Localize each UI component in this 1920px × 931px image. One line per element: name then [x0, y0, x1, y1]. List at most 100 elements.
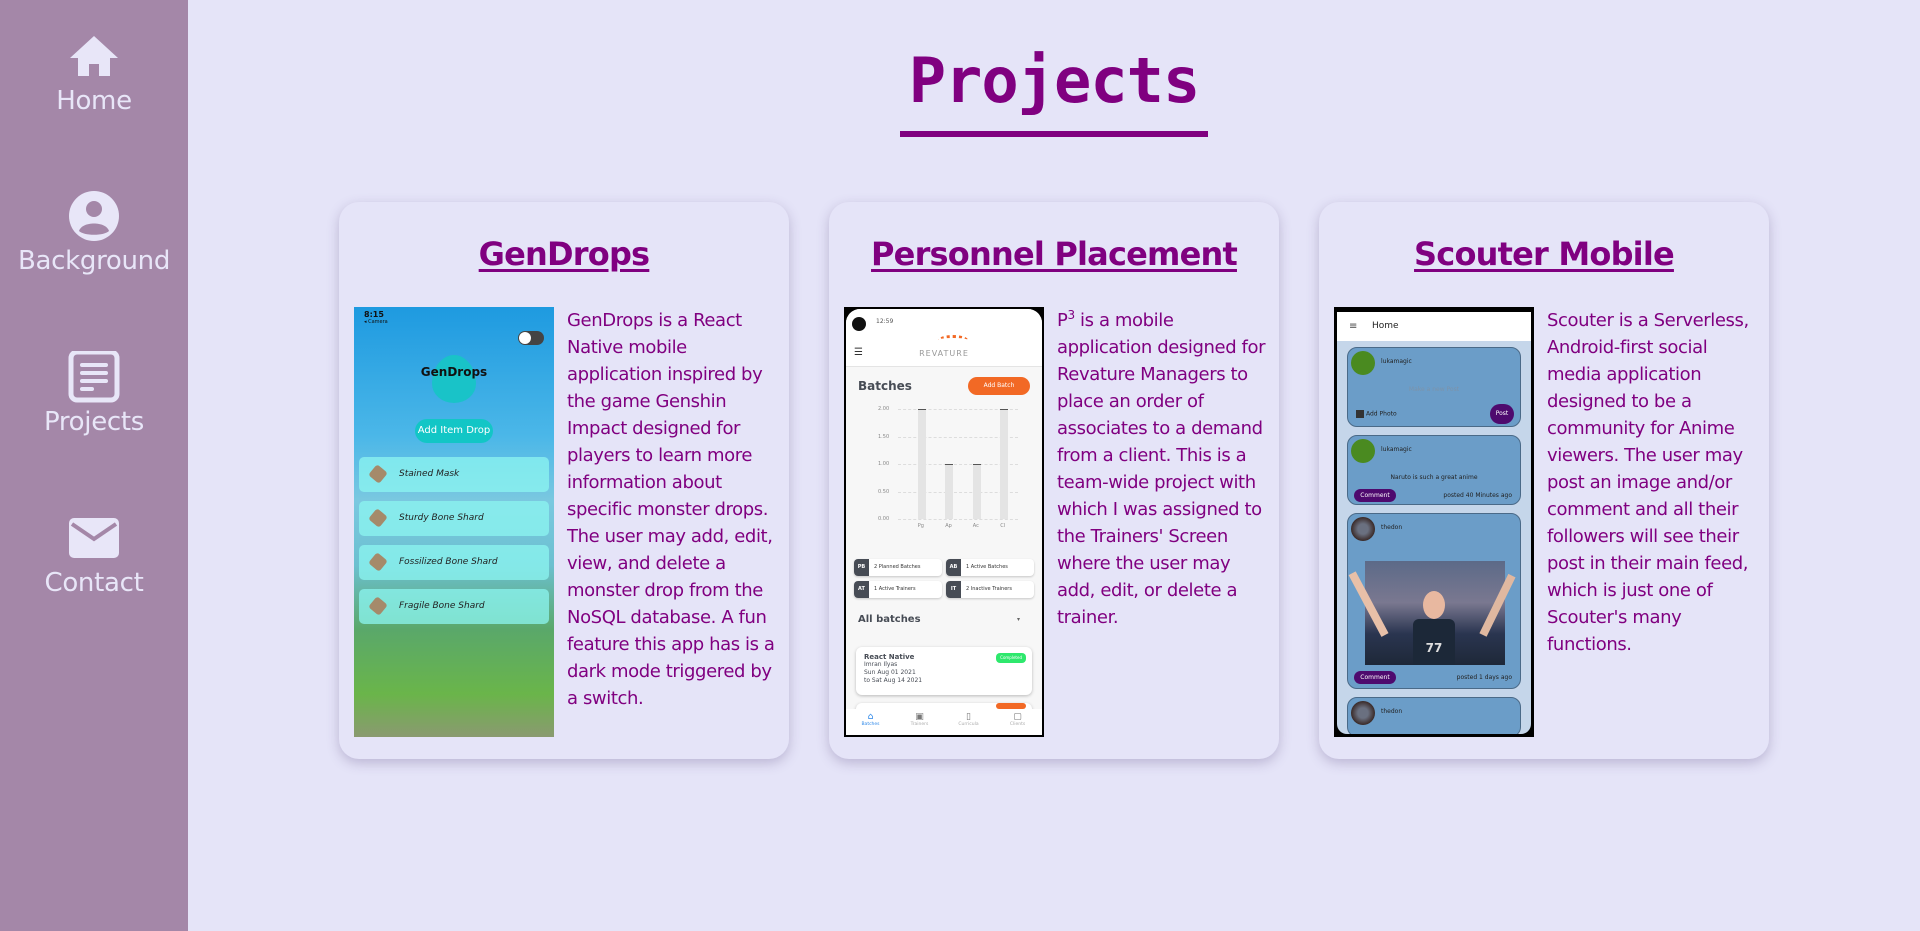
- project-title-link[interactable]: Scouter Mobile: [1319, 235, 1769, 273]
- project-card-gendrops: GenDrops 8:15 ◂ Camera GenDrops Add Item…: [339, 202, 789, 759]
- avatar: [1351, 351, 1375, 375]
- document-icon: [68, 351, 120, 403]
- status-back: ◂ Camera: [364, 319, 388, 325]
- dark-mode-toggle: [518, 331, 544, 345]
- image-detail: 77: [1413, 619, 1455, 665]
- chart-x-tick: Pg: [917, 523, 924, 529]
- chart-bar: [945, 464, 954, 519]
- batch-end: to Sat Aug 14 2021: [864, 677, 923, 684]
- list-item: Sturdy Bone Shard: [359, 501, 549, 536]
- tab-trainers: ▣ Trainers: [895, 709, 944, 735]
- list-item: Fossilized Bone Shard: [359, 545, 549, 580]
- photo-icon: [1356, 410, 1364, 418]
- stat-label: 1 Active Trainers: [874, 586, 916, 592]
- app-logo-text: GenDrops: [420, 365, 488, 379]
- add-photo-text: Add Photo: [1366, 410, 1397, 418]
- chart-bar: [917, 409, 926, 519]
- tab-label: Clients: [1009, 722, 1026, 727]
- add-photo-label: Add Photo: [1356, 410, 1397, 418]
- project-description: GenDrops is a React Native mobile applic…: [567, 310, 775, 709]
- tab-label: Curricula: [958, 722, 979, 727]
- batch-start: Sun Aug 01 2021: [864, 669, 916, 676]
- tab-label: Batches: [861, 722, 880, 727]
- project-card-scouter-mobile: Scouter Mobile ≡ Home lukamagic Make a n…: [1319, 202, 1769, 759]
- post-text: Naruto is such a great anime: [1390, 474, 1478, 481]
- sidebar-item-contact[interactable]: Contact: [0, 512, 188, 598]
- sidebar-item-label: Contact: [44, 568, 144, 598]
- project-title-link[interactable]: GenDrops: [339, 235, 789, 273]
- chart-bar: [1000, 409, 1009, 519]
- status-time: 8:15: [364, 310, 384, 319]
- comment-button: Comment: [1354, 489, 1396, 502]
- tab-label: Trainers: [910, 722, 929, 727]
- project-description: P3 is a mobile application designed for …: [1057, 307, 1267, 631]
- list-item: Stained Mask: [359, 457, 549, 492]
- chart-y-tick: 1.50: [878, 433, 890, 440]
- notebook-icon: ▯: [966, 712, 971, 722]
- project-description: Scouter is a Serverless, Android-first s…: [1547, 310, 1749, 655]
- sidebar-item-label: Projects: [43, 407, 145, 437]
- status-time: 12:59: [876, 318, 894, 325]
- brand-logo: REVATURE: [919, 349, 969, 358]
- stat-label: 1 Active Batches: [966, 564, 1008, 570]
- status-badge: Completed: [996, 653, 1026, 663]
- stat-code: PB: [854, 559, 869, 576]
- post-meta: posted 1 days ago: [1456, 674, 1512, 681]
- stat-pill: PB 2 Planned Batches: [854, 559, 942, 576]
- app-header: 12:59 ☰ REVATURE: [846, 309, 1042, 367]
- appbar-title: Home: [1372, 321, 1399, 331]
- stat-pill: IT 2 Inactive Trainers: [946, 581, 1034, 598]
- chart-x-tick: Cl: [1000, 523, 1006, 529]
- project-screenshot: 12:59 ☰ REVATURE Batches Add Batch 2.00 1…: [844, 307, 1044, 737]
- tab-clients: ▢ Clients: [993, 709, 1042, 735]
- username: thedon: [1381, 708, 1403, 715]
- image-detail: [1479, 573, 1516, 637]
- sidebar-item-label: Home: [56, 86, 132, 116]
- chart-bar: [972, 464, 981, 519]
- batch-card: React Native Imran Ilyas Sun Aug 01 2021…: [856, 647, 1032, 695]
- chart-x-tick: Ap: [945, 523, 952, 529]
- mail-icon: [69, 518, 119, 558]
- phone-screen: ≡ Home lukamagic Make a new Post Add Pho…: [1337, 312, 1531, 734]
- sidebar-item-projects[interactable]: Projects: [0, 351, 188, 437]
- chart-y-tick: 0.00: [878, 516, 890, 522]
- sidebar-item-background[interactable]: Background: [0, 190, 188, 276]
- project-screenshot: ≡ Home lukamagic Make a new Post Add Pho…: [1334, 307, 1534, 737]
- title-underline: [900, 131, 1208, 137]
- stat-code: AT: [854, 581, 869, 598]
- desc-superscript: 3: [1067, 308, 1075, 322]
- contact-card-icon: ▢: [1013, 712, 1022, 722]
- username: thedon: [1381, 524, 1403, 531]
- page-title: Projects: [908, 44, 1201, 117]
- feed-post: lukamagic Naruto is such a great anime C…: [1347, 435, 1521, 505]
- add-batch-button: Add Batch: [968, 377, 1030, 395]
- sidebar-item-home[interactable]: Home: [0, 30, 188, 116]
- tab-curricula: ▯ Curricula: [944, 709, 993, 735]
- drop-logo-icon: [432, 355, 476, 403]
- chart-y-tick: 1.00: [878, 461, 890, 467]
- tab-batches: ⌂ Batches: [846, 709, 895, 735]
- chart-y-tick: 0.50: [878, 488, 890, 495]
- feed-post: thedon 77 Comment posted 1 days ago: [1347, 513, 1521, 689]
- comment-button: Comment: [1354, 671, 1396, 684]
- new-post-placeholder: Make a new Post: [1408, 386, 1460, 393]
- trainer-icon: ▣: [915, 712, 924, 722]
- batches-heading: Batches: [858, 379, 912, 393]
- avatar: [1351, 517, 1375, 541]
- batches-chart: 2.00 1.50 1.00 0.50 0.00 Pg Ap Ac Cl: [878, 406, 1018, 529]
- chart-gridline: [898, 519, 1018, 520]
- caret-down-icon: ▾: [1016, 616, 1020, 623]
- camera-icon: [852, 317, 866, 331]
- stat-label: 2 Planned Batches: [874, 564, 921, 570]
- sidebar-item-label: Background: [17, 246, 171, 276]
- home-icon: ⌂: [867, 712, 874, 722]
- project-title-link[interactable]: Personnel Placement: [829, 235, 1279, 273]
- post-button: Post: [1490, 404, 1514, 424]
- stat-pill: AB 1 Active Batches: [946, 559, 1034, 576]
- desc-body: is a mobile application designed for Rev…: [1057, 310, 1266, 628]
- stat-pill: AT 1 Active Trainers: [854, 581, 942, 598]
- home-icon: [70, 36, 118, 76]
- project-screenshot: 8:15 ◂ Camera GenDrops Add Item Drop Sta…: [354, 307, 554, 737]
- new-post-card: lukamagic Make a new Post Add Photo Post: [1347, 347, 1521, 427]
- menu-icon: ≡: [1349, 321, 1358, 332]
